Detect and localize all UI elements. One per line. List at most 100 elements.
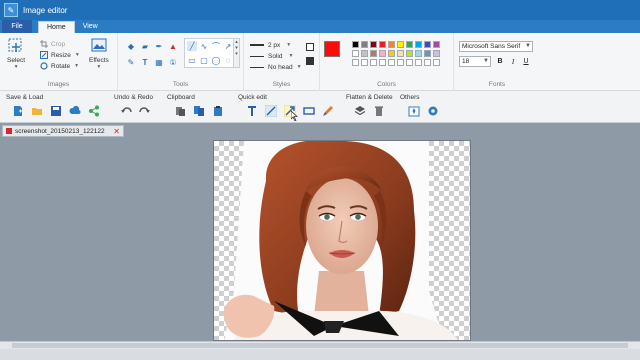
document-tab[interactable]: screenshot_20150213_122122 ✕ (2, 125, 124, 137)
color-swatch[interactable] (415, 41, 422, 48)
color-swatch[interactable] (397, 41, 404, 48)
color-swatch[interactable] (406, 41, 413, 48)
color-picker-icon[interactable]: ✒ (154, 41, 164, 51)
chevron-down-icon: ▼ (13, 64, 19, 70)
arrow-head-icon (250, 66, 264, 68)
eraser-icon[interactable]: ▰ (140, 41, 150, 51)
pin-icon[interactable] (408, 105, 420, 117)
font-family-select[interactable]: Microsoft Sans Serif ▼ (459, 41, 533, 52)
image-file-icon (6, 128, 12, 134)
color-swatch[interactable] (352, 59, 359, 66)
font-size-select[interactable]: 18 ▼ (459, 56, 491, 67)
file-menu[interactable]: File (2, 20, 32, 33)
step-number-icon[interactable]: ① (168, 57, 178, 67)
text-tool-icon[interactable]: T (140, 57, 150, 67)
color-swatch[interactable] (433, 41, 440, 48)
fill-bucket-icon[interactable]: ◆ (126, 41, 136, 51)
undo-icon[interactable] (120, 105, 132, 117)
color-swatch[interactable] (361, 41, 368, 48)
delete-trash-icon[interactable] (373, 105, 385, 117)
text-icon[interactable] (246, 105, 258, 117)
styles-group-label: Styles (272, 81, 291, 88)
color-swatch[interactable] (352, 41, 359, 48)
callout-shape-icon[interactable]: ◌ (223, 55, 233, 65)
copy-icon[interactable] (193, 105, 205, 117)
images-group: Select ▼ Crop Resize ▼ Rotate ▼ Effects … (0, 33, 118, 91)
color-swatch[interactable] (397, 59, 404, 66)
horizontal-scrollbar[interactable] (0, 341, 640, 349)
upload-cloud-icon[interactable] (69, 105, 81, 117)
status-bar (0, 349, 640, 360)
color-swatch[interactable] (415, 59, 422, 66)
color-swatch[interactable] (379, 50, 386, 57)
line-shape-icon[interactable]: ╱ (187, 41, 197, 51)
line-style-icon (250, 55, 264, 57)
primary-color-swatch[interactable] (324, 41, 340, 57)
scrollbar-thumb[interactable] (12, 343, 628, 348)
outline-style-icon[interactable] (306, 57, 314, 65)
color-swatch[interactable] (379, 41, 386, 48)
effects-button[interactable]: Effects ▼ (89, 37, 109, 70)
color-swatch[interactable] (388, 59, 395, 66)
color-swatch[interactable] (424, 50, 431, 57)
ellipse-shape-icon[interactable]: ◯ (211, 55, 221, 65)
tab-view[interactable]: View (75, 21, 106, 33)
close-tab-icon[interactable]: ✕ (113, 127, 120, 136)
redo-icon[interactable] (139, 105, 151, 117)
freeform-shape-icon[interactable]: ⌒ (211, 41, 221, 51)
resize-button[interactable]: Resize ▼ (40, 50, 80, 60)
title-bar: ✎ Image editor (0, 0, 640, 20)
image-canvas[interactable] (213, 140, 471, 341)
rectangle-icon[interactable] (303, 105, 315, 117)
cut-icon[interactable] (174, 105, 186, 117)
arrow-head-dropdown[interactable]: No head ▼ (250, 62, 302, 72)
crop-button[interactable]: Crop (40, 39, 65, 49)
color-swatch[interactable] (370, 41, 377, 48)
arrow-shape-icon[interactable]: ↗ (223, 41, 233, 51)
color-swatch[interactable] (433, 50, 440, 57)
share-icon[interactable] (88, 105, 100, 117)
color-swatch[interactable] (406, 50, 413, 57)
open-folder-icon[interactable] (31, 105, 43, 117)
save-icon[interactable] (50, 105, 62, 117)
color-swatch[interactable] (424, 59, 431, 66)
color-swatch[interactable] (433, 59, 440, 66)
color-swatch[interactable] (361, 59, 368, 66)
bold-button[interactable]: B (495, 57, 505, 67)
curve-shape-icon[interactable]: ∿ (199, 41, 209, 51)
paste-icon[interactable] (212, 105, 224, 117)
color-swatch[interactable] (397, 50, 404, 57)
brush-icon[interactable] (322, 105, 334, 117)
blur-icon[interactable]: ▦ (154, 57, 164, 67)
tab-home[interactable]: Home (38, 21, 75, 33)
color-swatch[interactable] (352, 50, 359, 57)
color-swatch[interactable] (379, 59, 386, 66)
color-swatch[interactable] (388, 50, 395, 57)
color-swatch[interactable] (388, 41, 395, 48)
settings-gear-icon[interactable] (427, 105, 439, 117)
gallery-scroll[interactable]: ▴ ▾ ▾ (233, 39, 239, 67)
rounded-rectangle-shape-icon[interactable]: ▢ (199, 55, 209, 65)
color-swatch[interactable] (361, 50, 368, 57)
chevron-down-icon: ▼ (288, 53, 294, 59)
italic-button[interactable]: I (508, 57, 518, 67)
color-swatch[interactable] (424, 41, 431, 48)
flatten-layers-icon[interactable] (354, 105, 366, 117)
others-label: Others (400, 94, 420, 101)
fill-style-icon[interactable] (306, 43, 314, 51)
color-swatch[interactable] (370, 59, 377, 66)
underline-button[interactable]: U (521, 57, 531, 67)
line-icon[interactable] (265, 105, 277, 117)
highlighter-icon[interactable]: ▲ (168, 41, 178, 51)
others-group: Others (400, 91, 448, 123)
width-dropdown[interactable]: 2 px ▼ (250, 40, 291, 50)
select-button[interactable]: Select ▼ (7, 37, 25, 70)
rotate-button[interactable]: Rotate ▼ (40, 61, 79, 71)
pencil-icon[interactable]: ✎ (126, 57, 136, 67)
line-style-dropdown[interactable]: Solid ▼ (250, 51, 293, 61)
rectangle-shape-icon[interactable]: ▭ (187, 55, 197, 65)
new-file-icon[interactable] (12, 105, 24, 117)
color-swatch[interactable] (370, 50, 377, 57)
color-swatch[interactable] (406, 59, 413, 66)
color-swatch[interactable] (415, 50, 422, 57)
